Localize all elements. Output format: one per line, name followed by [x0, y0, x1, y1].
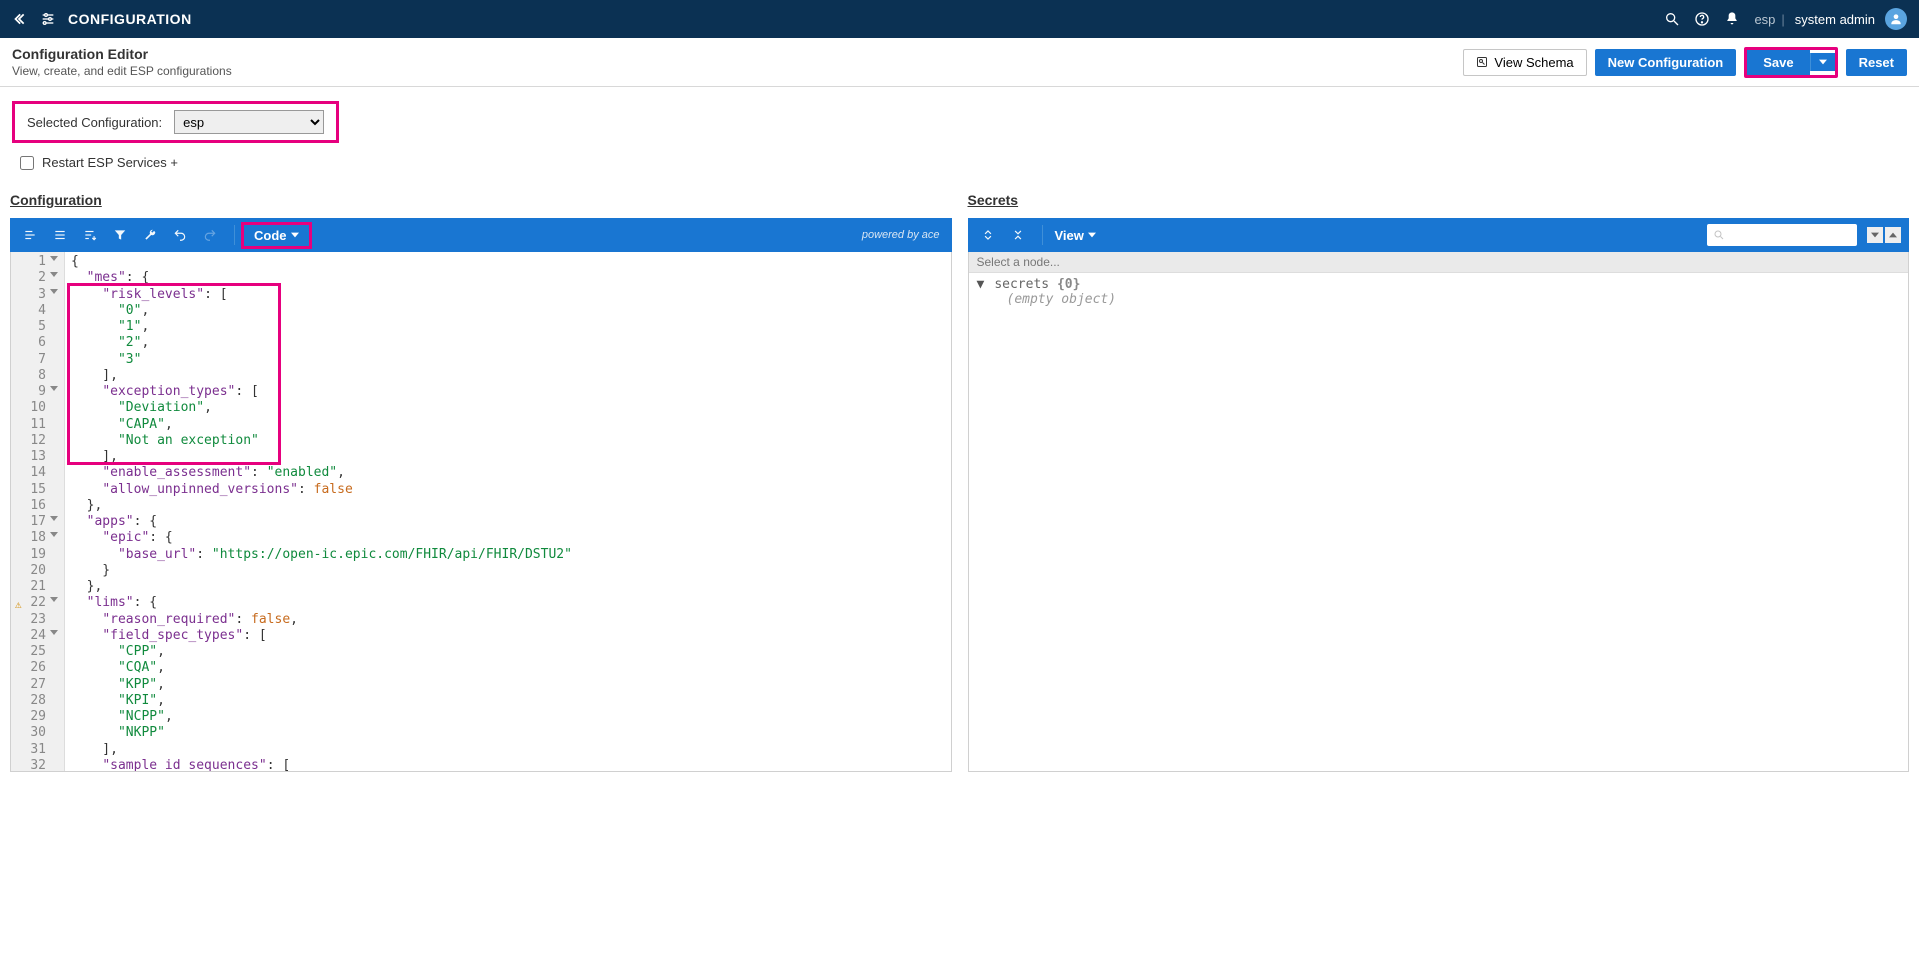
tree-root-count: {0}: [1057, 277, 1080, 292]
save-dropdown-button[interactable]: [1810, 53, 1835, 71]
restart-checkbox[interactable]: [20, 156, 34, 170]
tree-empty-label: (empty object): [1007, 292, 1901, 307]
view-mode-label: View: [1055, 228, 1084, 243]
new-configuration-button[interactable]: New Configuration: [1595, 49, 1737, 76]
page-header: Configuration Editor View, create, and e…: [0, 38, 1919, 87]
selected-config-label: Selected Configuration:: [27, 115, 162, 130]
search-down-icon[interactable]: [1867, 227, 1883, 243]
editor-toolbar: Code powered by ace: [10, 218, 952, 252]
secrets-body: Select a node... ▼ secrets {0} (empty ob…: [968, 252, 1910, 772]
back-icon[interactable]: [12, 10, 30, 28]
code-area[interactable]: { "mes": { "risk_levels": [ "0", "1", "2…: [65, 252, 951, 771]
wrench-icon[interactable]: [138, 223, 162, 247]
bell-icon[interactable]: [1724, 11, 1740, 27]
select-node-prompt[interactable]: Select a node...: [969, 252, 1909, 273]
code-mode-button[interactable]: Code: [241, 222, 312, 249]
secrets-tree[interactable]: ▼ secrets {0} (empty object): [969, 273, 1909, 311]
powered-label: powered by ace: [862, 229, 940, 241]
secrets-title: Secrets: [968, 192, 1910, 208]
selected-config-select[interactable]: esp: [174, 110, 324, 134]
tree-root-key: secrets: [994, 277, 1049, 292]
reset-label: Reset: [1859, 55, 1894, 70]
restart-row: Restart ESP Services +: [0, 151, 1919, 186]
secrets-pane: Secrets View Select a node... ▼: [968, 186, 1910, 772]
view-schema-label: View Schema: [1494, 55, 1573, 70]
username-label[interactable]: system admin: [1795, 12, 1875, 27]
configuration-title: Configuration: [10, 192, 952, 208]
expand-all-icon[interactable]: [976, 223, 1000, 247]
search-up-icon[interactable]: [1885, 227, 1901, 243]
save-button-group: Save: [1744, 47, 1837, 78]
redo-icon[interactable]: [198, 223, 222, 247]
configuration-pane: Configuration Code powered by ace 123456…: [10, 186, 952, 772]
selected-config-box: Selected Configuration: esp: [12, 101, 339, 143]
help-icon[interactable]: [1694, 11, 1710, 27]
save-button[interactable]: Save: [1747, 50, 1809, 75]
selected-config-row: Selected Configuration: esp: [0, 87, 1919, 151]
view-schema-button[interactable]: View Schema: [1463, 49, 1586, 76]
search-icon[interactable]: [1664, 11, 1680, 27]
secrets-toolbar: View: [968, 218, 1910, 252]
sort-icon[interactable]: [78, 223, 102, 247]
filter-icon[interactable]: [108, 223, 132, 247]
editor-body: 12345678910111213141516171819202122⚠2324…: [10, 252, 952, 772]
code-mode-label: Code: [254, 228, 287, 243]
triangle-down-icon[interactable]: ▼: [977, 277, 987, 292]
page-title: Configuration Editor: [12, 46, 232, 62]
app-title: CONFIGURATION: [68, 11, 192, 27]
esp-label: esp: [1754, 12, 1775, 27]
compact-icon[interactable]: [48, 223, 72, 247]
page-subtitle: View, create, and edit ESP configuration…: [12, 64, 232, 78]
secrets-search[interactable]: [1707, 224, 1857, 246]
tree-root-row[interactable]: ▼ secrets {0}: [977, 277, 1901, 292]
line-gutter: 12345678910111213141516171819202122⚠2324…: [11, 252, 65, 771]
sliders-icon: [40, 10, 58, 28]
format-icon[interactable]: [18, 223, 42, 247]
new-configuration-label: New Configuration: [1608, 55, 1724, 70]
top-header: CONFIGURATION esp | system admin: [0, 0, 1919, 38]
user-avatar-icon[interactable]: [1885, 8, 1907, 30]
reset-button[interactable]: Reset: [1846, 49, 1907, 76]
undo-icon[interactable]: [168, 223, 192, 247]
restart-label: Restart ESP Services +: [42, 155, 178, 170]
schema-icon: [1476, 56, 1488, 68]
divider: |: [1781, 12, 1784, 27]
collapse-all-icon[interactable]: [1006, 223, 1030, 247]
view-mode-button[interactable]: View: [1055, 228, 1096, 243]
